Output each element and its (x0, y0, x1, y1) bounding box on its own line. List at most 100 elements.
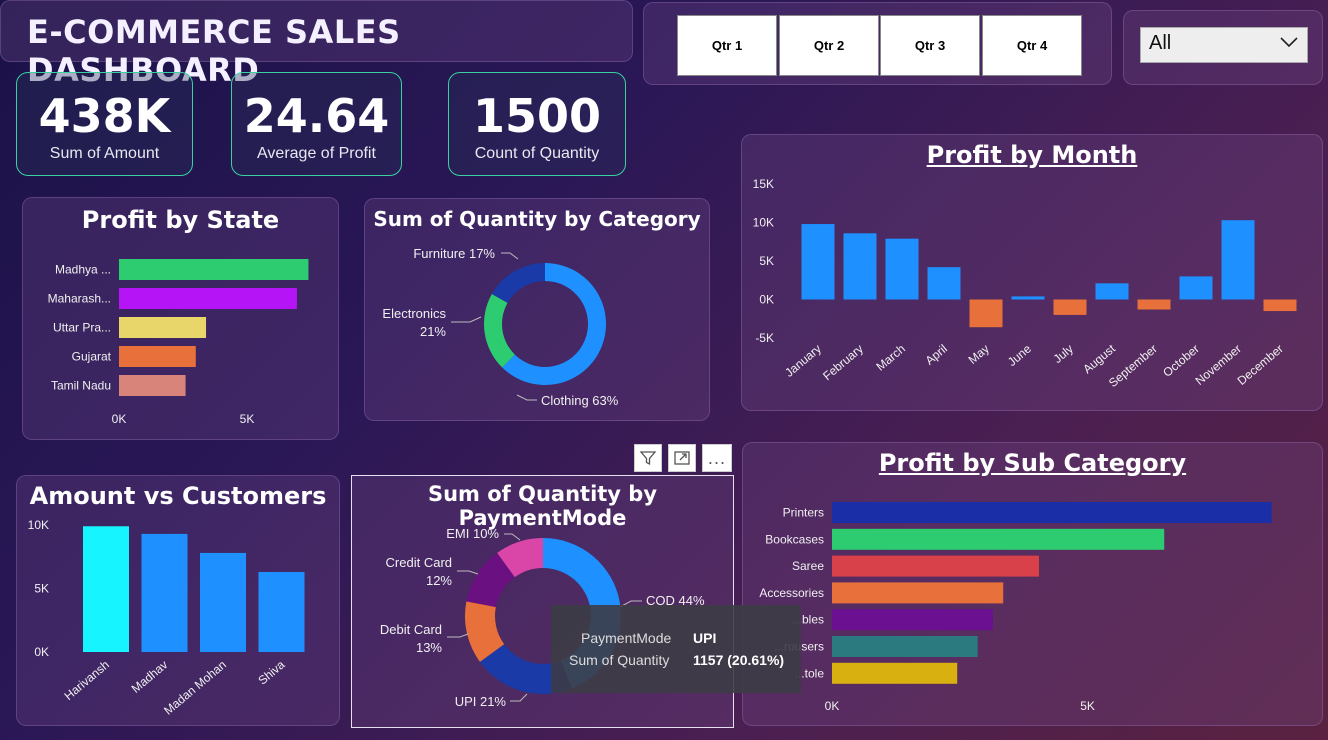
profit-by-month-chart: 15K 10K 5K 0K -5K JanuaryFebruary March April Ma… (753, 177, 1297, 390)
profit-by-state-panel[interactable]: Profit by State Madhya ... Maharash... Utt… (22, 197, 339, 440)
qtr-3-button[interactable]: Qtr 3 (880, 15, 980, 76)
dropdown-value: All (1149, 32, 1172, 54)
category-label: Madan Mohan (161, 658, 229, 718)
kpi-value: 1500 (472, 89, 602, 143)
category-label: Bookcases (765, 532, 824, 546)
tooltip-value-2: 1157 (20.61%) (693, 652, 785, 668)
dropdown-slicer[interactable]: All (1140, 27, 1308, 63)
category-label: June (1005, 341, 1034, 369)
amount-vs-customers-chart: 10K 5K 0K Harivansh MadhavMadan Mohan Shiva (28, 518, 305, 718)
tick-label: 5K (240, 412, 255, 426)
slice-label: 21% (420, 324, 446, 339)
leader-line (447, 633, 469, 638)
leader-line (451, 316, 482, 323)
filter-icon[interactable] (634, 444, 662, 472)
tick-label: 0K (825, 699, 840, 713)
bar (119, 288, 297, 309)
bar (832, 609, 993, 631)
category-label: May (966, 342, 992, 367)
category-label: Madhya ... (55, 263, 111, 277)
amount-vs-customers-panel[interactable]: Amount vs Customers 10K 5K 0K Harivansh Madh… (16, 475, 340, 726)
category-label: July (1051, 342, 1076, 366)
qtr-2-button[interactable]: Qtr 2 (779, 15, 879, 76)
leader-line (516, 394, 537, 401)
tick-label: 5K (759, 254, 774, 268)
tick-label: 10K (28, 518, 49, 532)
category-label: Maharash... (48, 292, 111, 306)
more-options-icon[interactable]: ... (702, 444, 732, 472)
category-label: February (820, 342, 866, 384)
tooltip-label-2: Sum of Quantity (569, 652, 670, 668)
bar (801, 224, 835, 300)
bar (119, 259, 309, 280)
bar (832, 528, 1165, 550)
bar (885, 238, 919, 300)
profit-by-subcategory-chart: PrintersBookcasesSareeAccessories...bles… (759, 502, 1272, 713)
slice-label: 12% (426, 573, 452, 588)
bar (200, 552, 246, 652)
tooltip-value-1: UPI (693, 630, 717, 646)
kpi-label: Count of Quantity (474, 145, 600, 162)
profit-by-subcategory-panel[interactable]: Profit by Sub Category Printers Bookcases… (742, 442, 1323, 726)
profit-by-month-panel[interactable]: Profit by Month 15K 10K 5K 0K -5K January Febr… (741, 134, 1323, 411)
category-label: Tamil Nadu (51, 379, 111, 393)
category-label: November (1193, 342, 1244, 388)
donut-slice (491, 263, 545, 303)
tick-label: 15K (753, 177, 774, 191)
bar (832, 582, 1004, 604)
category-label: Shiva (255, 657, 287, 687)
profit-by-state-chart: Madhya ... Maharash... Uttar Pra... Gujarat… (48, 259, 309, 426)
category-label: March (873, 342, 908, 374)
dropdown-slicer-panel: All (1123, 10, 1323, 85)
bar (1221, 220, 1255, 300)
leader-line (501, 252, 519, 260)
quantity-by-category-panel[interactable]: Sum of Quantity by Category Clothing 63%… (364, 198, 710, 421)
category-label: Accessories (759, 586, 824, 600)
slice-label: Furniture 17% (413, 246, 495, 261)
quantity-by-category-chart: Clothing 63% Electronics 21% Furniture 17% (382, 246, 619, 408)
tooltip-label-1: PaymentMode (581, 630, 672, 646)
slice-label: 13% (416, 640, 442, 655)
kpi-label: Average of Profit (257, 145, 376, 162)
quarter-slicer: Qtr 1 Qtr 2 Qtr 3 Qtr 4 (643, 2, 1112, 85)
category-label: Gujarat (72, 350, 112, 364)
slice-label: Debit Card (380, 622, 442, 637)
bar (927, 267, 961, 300)
category-label: January (782, 342, 824, 380)
tick-label: 0K (34, 645, 49, 659)
slice-label: Clothing 63% (541, 393, 619, 408)
bar (119, 317, 207, 338)
kpi-sum-amount: 438K Sum of Amount (16, 72, 193, 176)
focus-mode-icon[interactable] (668, 444, 696, 472)
kpi-value: 438K (38, 89, 171, 143)
donut-slice (484, 294, 515, 368)
bar (832, 502, 1272, 523)
category-label: April (923, 342, 950, 368)
qtr-4-button[interactable]: Qtr 4 (982, 15, 1082, 76)
bar (1263, 299, 1297, 312)
leader-line (510, 693, 528, 702)
kpi-value: 24.64 (243, 89, 390, 143)
leader-line (504, 533, 521, 541)
category-label: Uttar Pra... (53, 321, 111, 335)
bar (843, 233, 877, 300)
category-label: Madhav (129, 658, 171, 696)
bar (832, 636, 978, 657)
bar (119, 375, 186, 396)
qtr-1-button[interactable]: Qtr 1 (677, 15, 777, 76)
chevron-down-icon (1280, 37, 1298, 48)
bar (832, 662, 958, 684)
category-label: August (1080, 341, 1118, 376)
tick-label: 0K (759, 293, 774, 307)
leader-line (457, 570, 479, 575)
bar (1095, 283, 1129, 300)
tick-label: 5K (1080, 699, 1095, 713)
slice-label: Electronics (382, 306, 446, 321)
tick-label: 10K (753, 216, 774, 230)
bar (1053, 299, 1087, 315)
kpi-label: Sum of Amount (49, 145, 160, 162)
bar (1137, 299, 1171, 310)
bar (832, 555, 1039, 577)
kpi-average-profit: 24.64 Average of Profit (231, 72, 402, 176)
bar (1179, 276, 1213, 300)
